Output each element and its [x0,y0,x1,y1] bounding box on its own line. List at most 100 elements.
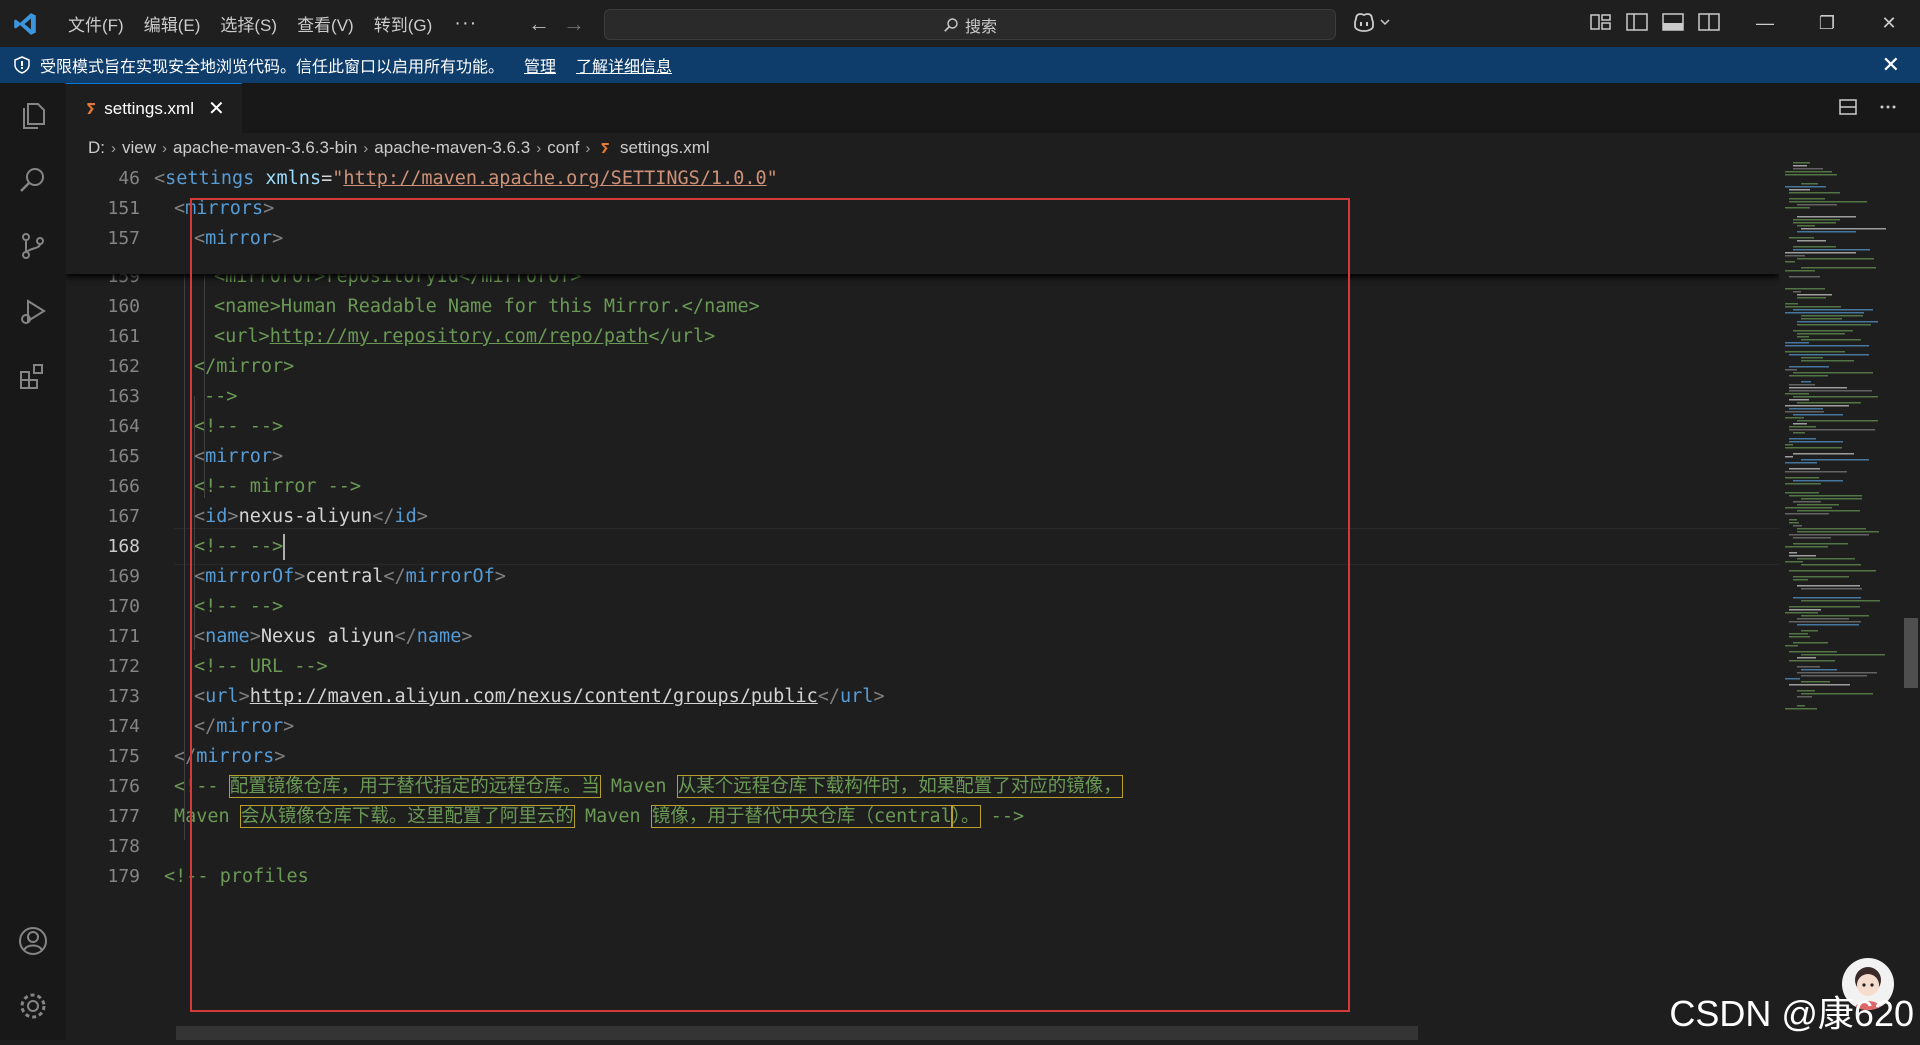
toggle-secondary-sidebar-icon[interactable] [1698,12,1720,32]
scrollbar-thumb[interactable] [1904,618,1918,688]
forward-arrow-icon[interactable]: → [563,11,585,37]
code-token: url [840,686,874,707]
code-token: http://my.repository.com/repo/path [269,326,649,347]
minimap-line [1789,366,1829,368]
menu-view[interactable]: 查看(V) [287,11,364,36]
editor-actions [1838,97,1898,117]
minimap-line [1789,390,1872,392]
command-center-search[interactable]: 搜索 [604,9,1336,40]
code-token: id [205,506,228,527]
minimap-line [1789,684,1850,686]
code-token: xmlns [265,168,322,189]
search-icon[interactable] [0,160,66,200]
code-line[interactable]: 157 <mirror> [66,220,1779,257]
rss-xml-icon: ⵢ [600,139,610,156]
tab-label: settings.xml [104,98,194,118]
source-control-icon[interactable] [0,226,66,266]
breadcrumb-file[interactable]: settings.xml [620,138,710,158]
vertical-scrollbar[interactable] [1900,160,1920,1040]
breadcrumb: D: › view › apache-maven-3.6.3-bin › apa… [88,135,710,161]
run-debug-icon[interactable] [0,292,66,332]
minimap-line [1785,270,1815,272]
horizontal-scrollbar[interactable] [176,1026,1418,1040]
minimap-line [1801,360,1854,362]
minimap-line [1785,288,1825,290]
customize-layout-icon[interactable] [1590,12,1612,32]
more-menu-button[interactable]: ··· [442,12,489,35]
minimap-line [1785,255,1805,257]
extensions-icon[interactable] [0,356,66,396]
minimap-line [1789,276,1820,278]
close-window-button[interactable]: ✕ [1858,0,1920,47]
minimap-line [1797,216,1856,218]
manage-link[interactable]: 管理 [524,53,556,77]
toggle-primary-sidebar-icon[interactable] [1626,12,1648,32]
code-token: Maven [573,806,652,827]
minimap-line [1797,528,1866,530]
minimap-line [1789,426,1816,428]
indent-guide [184,222,185,840]
minimap-line [1785,507,1832,509]
minimap-line [1797,624,1859,626]
tab-close-icon[interactable]: ✕ [208,96,225,121]
menu-go[interactable]: 转到(G) [364,11,443,36]
breadcrumb-maven-bin[interactable]: apache-maven-3.6.3-bin [173,138,357,158]
line-number: 157 [107,228,140,249]
minimap-line [1789,384,1815,386]
minimap-line [1785,678,1800,680]
code-token: = [321,168,333,189]
breadcrumb-drive[interactable]: D: [88,138,105,158]
learn-more-link[interactable]: 了解详细信息 [576,53,672,77]
minimap-line [1797,240,1826,242]
minimap-preview [1785,162,1886,710]
accounts-icon[interactable] [0,921,66,961]
minimap-line [1797,672,1877,674]
minimap-line [1801,183,1818,185]
restore-button[interactable]: ❐ [1796,0,1858,47]
code-token: mirror [216,716,284,737]
code-editor[interactable]: 46 <settings xmlns="http://maven.apache.o… [66,160,1779,1040]
minimap-line [1785,174,1837,176]
code-token: > [263,198,275,219]
minimap-line [1793,396,1878,398]
code-line[interactable]: 179 <!-- profiles [66,858,1779,895]
minimap-line [1789,609,1821,611]
menu-file[interactable]: 文件(F) [58,11,134,36]
back-arrow-icon[interactable]: ← [528,11,550,37]
more-actions-icon[interactable] [1878,97,1898,117]
copilot-button[interactable] [1352,11,1391,33]
banner-close-icon[interactable]: ✕ [1882,52,1900,78]
banner-message: 受限模式旨在实现安全地浏览代码。信任此窗口以启用所有功能。 [40,59,505,76]
code-token: < [194,228,206,249]
minimap-line [1785,369,1797,371]
breadcrumb-conf[interactable]: conf [547,138,579,158]
code-token: > [238,686,250,707]
minimap-line [1797,324,1871,326]
code-token: </ [383,566,406,587]
tab-settings-xml[interactable]: ⵢ settings.xml ✕ [66,83,242,133]
code-token: Maven [599,776,678,797]
minimap-line [1789,633,1808,635]
toggle-panel-icon[interactable] [1662,12,1684,32]
manage-gear-icon[interactable] [0,986,66,1026]
minimize-button[interactable]: — [1734,0,1796,47]
minimap-line [1793,309,1873,311]
minimap-line [1789,354,1869,356]
minimap[interactable] [1779,160,1900,1040]
minimap-line [1785,456,1793,458]
minimap-line [1801,675,1867,677]
explorer-icon[interactable] [0,96,66,136]
minimap-line [1785,303,1798,305]
code-token: ）。 [950,805,981,828]
breadcrumb-view[interactable]: view [122,138,156,158]
code-token: <!-- --> [194,596,284,617]
minimap-line [1789,651,1837,653]
menu-selection[interactable]: 选择(S) [210,11,287,36]
menu-edit[interactable]: 编辑(E) [134,11,211,36]
minimap-line [1785,561,1803,563]
code-token: > [873,686,885,707]
breadcrumb-maven[interactable]: apache-maven-3.6.3 [374,138,530,158]
search-icon [944,17,958,32]
code-token: > [283,716,295,737]
split-editor-icon[interactable] [1838,97,1858,117]
